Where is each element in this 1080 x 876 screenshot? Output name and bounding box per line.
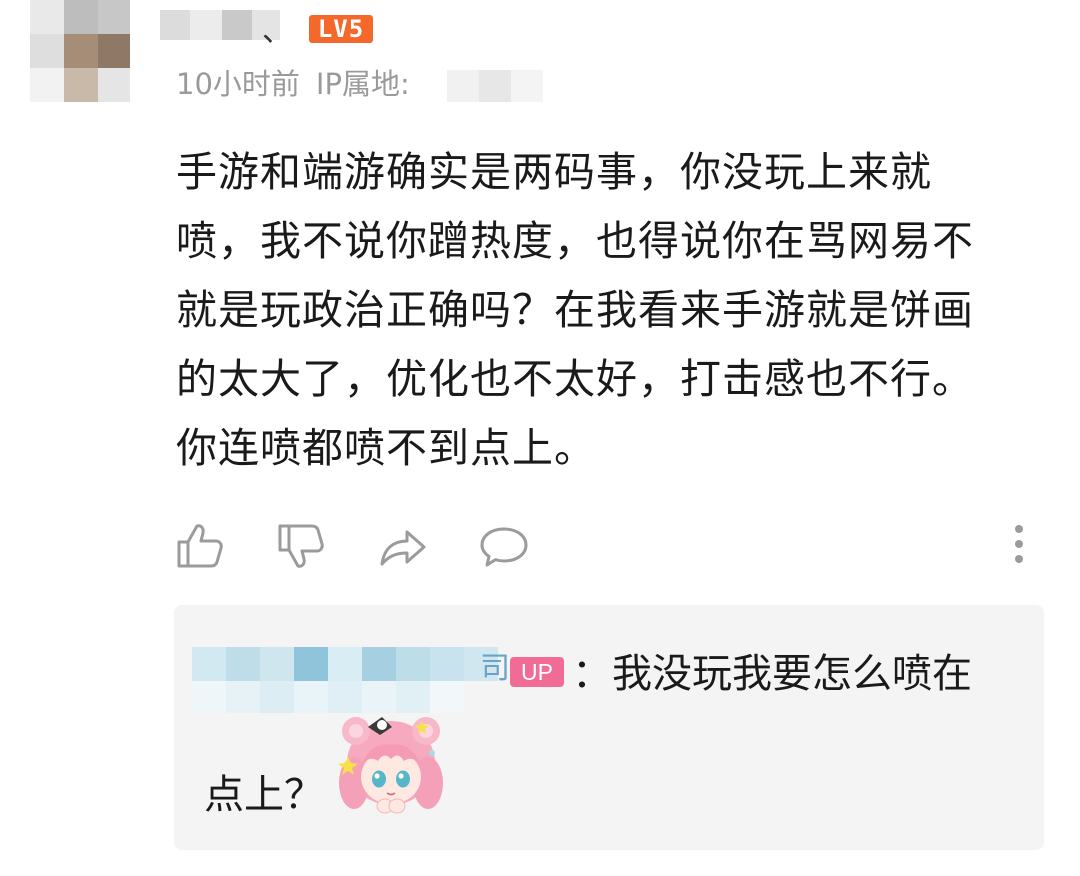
comment-screen: 、 LV5 10小时前 IP属地: 手游和端游确实是两码事，你没玩上来就 喷，我不… bbox=[0, 0, 1080, 876]
up-badge: UP bbox=[510, 657, 564, 687]
content-line: 你连喷都喷不到点上。 bbox=[176, 424, 596, 472]
like-button[interactable] bbox=[174, 520, 226, 572]
content-line: 就是玩政治正确吗？在我看来手游就是饼画 bbox=[176, 286, 974, 334]
content-line: 手游和端游确实是两码事，你没玩上来就 bbox=[176, 148, 932, 196]
level-badge: LV5 bbox=[309, 15, 373, 43]
username-suffix[interactable]: 、 bbox=[262, 6, 292, 50]
ip-location-masked bbox=[447, 70, 543, 102]
comment-meta: 10小时前 IP属地: bbox=[176, 64, 410, 104]
speech-bubble-icon bbox=[480, 527, 528, 567]
more-vertical-icon bbox=[1015, 525, 1023, 563]
content-line: 的太大了，优化也不太好，打击感也不行。 bbox=[176, 355, 974, 403]
ip-location-label: IP属地: bbox=[315, 67, 410, 101]
comment-content: 手游和端游确实是两码事，你没玩上来就 喷，我不说你蹭热度，也得说你在骂网易不 就… bbox=[176, 138, 1046, 483]
more-button[interactable] bbox=[1004, 522, 1034, 566]
reply-preview[interactable]: 司 UP ：我没玩我要怎么喷在 点上？ bbox=[174, 605, 1044, 850]
reply-text: ：我没玩我要怎么喷在 bbox=[572, 651, 972, 697]
content-line: 喷，我不说你蹭热度，也得说你在骂网易不 bbox=[176, 217, 974, 265]
thumbs-down-icon bbox=[278, 524, 324, 568]
reply-text-continued: 点上？ bbox=[204, 772, 324, 818]
avatar[interactable] bbox=[30, 0, 130, 102]
dislike-button[interactable] bbox=[275, 520, 327, 572]
reply-button[interactable] bbox=[478, 520, 530, 572]
reply-author-suffix[interactable]: 司 bbox=[480, 643, 510, 687]
reply-author-masked[interactable] bbox=[192, 647, 498, 713]
thumbs-up-icon bbox=[177, 524, 223, 568]
comment-time: 10小时前 bbox=[176, 67, 300, 101]
anime-girl-sticker bbox=[338, 717, 443, 814]
share-arrow-icon bbox=[380, 530, 426, 566]
share-button[interactable] bbox=[376, 520, 428, 572]
